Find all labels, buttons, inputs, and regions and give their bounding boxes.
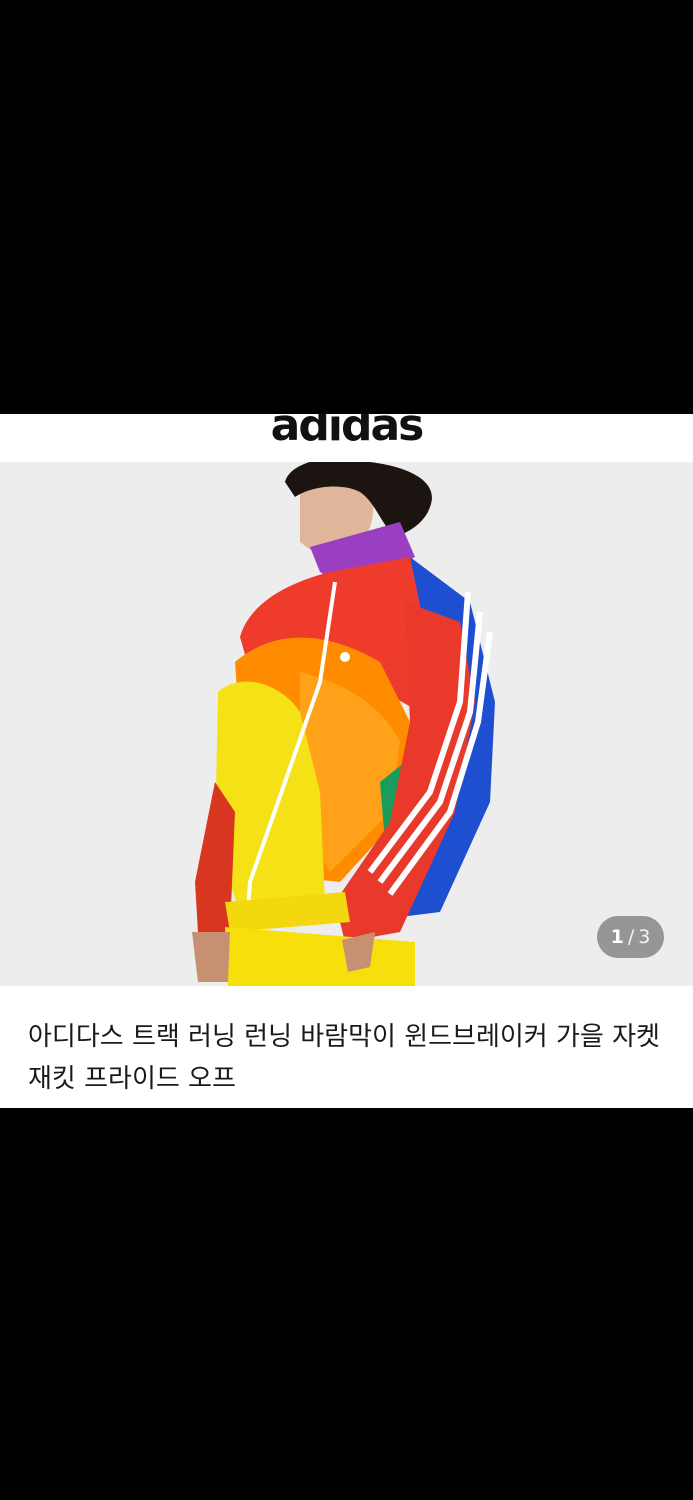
adidas-logo: adidas: [270, 414, 425, 451]
product-info: 아디다스 트랙 러닝 런닝 바람막이 윈드브레이커 가을 자켓 재킷 프라이드 …: [0, 986, 693, 1108]
bottom-black-area: [0, 1108, 693, 1500]
product-photo: [192, 462, 495, 986]
image-counter-badge: 1 / 3: [597, 916, 664, 958]
product-title: 아디다스 트랙 러닝 런닝 바람막이 윈드브레이커 가을 자켓 재킷 프라이드 …: [28, 1022, 660, 1094]
image-counter-current: 1: [610, 926, 624, 948]
brand-bar: adidas: [0, 414, 693, 462]
image-counter-separator: /: [627, 926, 635, 948]
image-counter-total: 3: [638, 926, 651, 948]
top-black-area: [0, 0, 693, 414]
product-image-carousel[interactable]: [0, 462, 693, 986]
